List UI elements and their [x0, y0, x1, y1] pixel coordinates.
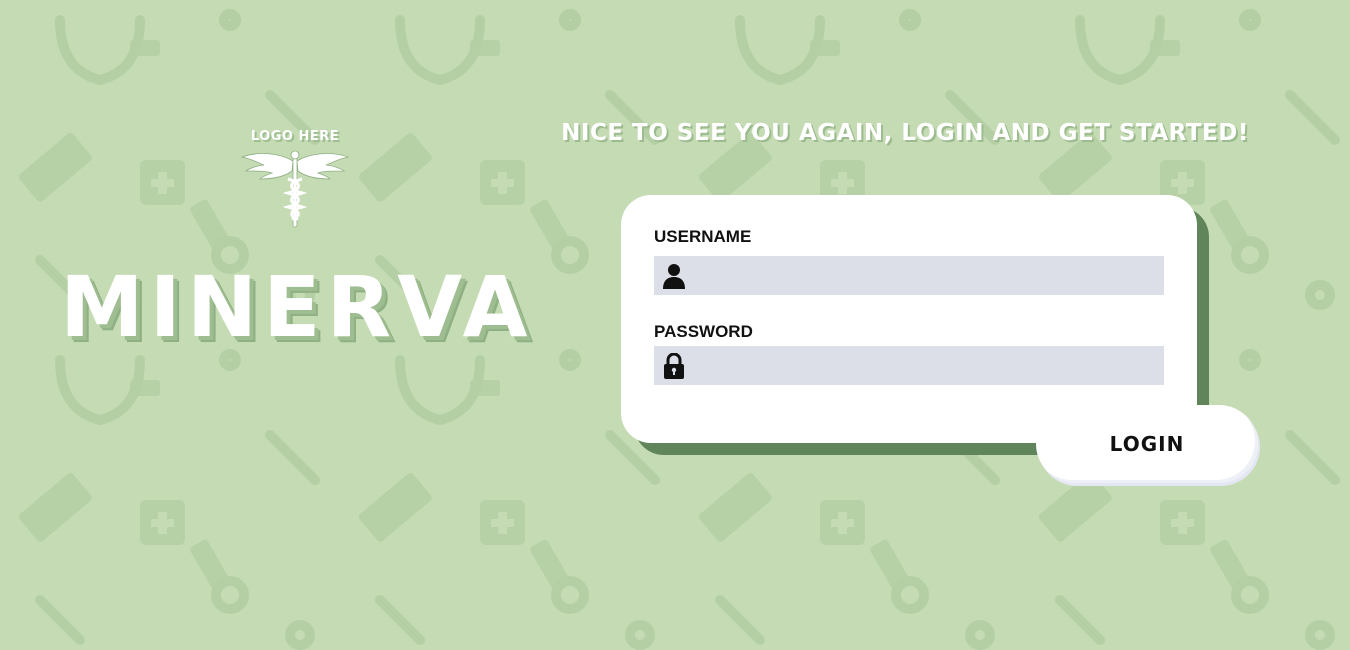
username-input[interactable] — [696, 256, 1160, 297]
username-field[interactable] — [654, 256, 1164, 297]
user-icon — [663, 264, 685, 289]
greeting-heading: NICE TO SEE YOU AGAIN, LOGIN AND GET STA… — [561, 120, 1249, 146]
password-label: PASSWORD — [654, 322, 753, 341]
login-button[interactable]: LOGIN — [1036, 405, 1258, 483]
logo-text: LOGO HERE — [250, 129, 340, 144]
password-input[interactable] — [696, 346, 1160, 387]
lock-icon — [664, 353, 684, 379]
username-label: USERNAME — [654, 227, 752, 246]
brand-name: MINERVA — [60, 258, 534, 356]
password-field[interactable] — [654, 346, 1164, 387]
caduceus-icon — [240, 150, 350, 228]
